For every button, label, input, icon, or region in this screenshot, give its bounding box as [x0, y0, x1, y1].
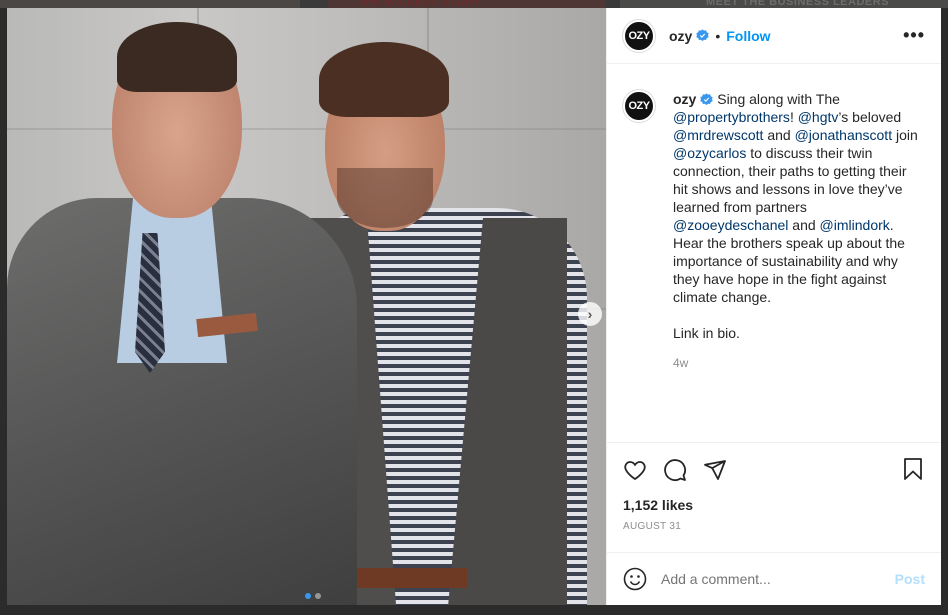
mention-link[interactable]: @jonathanscott [795, 127, 893, 143]
background-tile-text: MEET THE BUSINESS LEADERS [706, 0, 890, 8]
post-timestamp[interactable]: 4w [673, 354, 925, 372]
post-date[interactable]: AUGUST 31 [623, 521, 925, 532]
post-actions: 1,152 likes AUGUST 31 [607, 442, 941, 552]
caption-text-segment: ’s beloved [838, 109, 902, 125]
caption-text: ozy Sing along with The @propertybrother… [673, 90, 925, 442]
caption-text-segment: ! [789, 109, 798, 125]
emoji-icon[interactable] [623, 567, 647, 591]
caption-text-segment: and [763, 127, 795, 143]
person-right-beard [337, 168, 433, 228]
caption-text-segment: join [892, 127, 918, 143]
verified-icon [700, 93, 714, 106]
carousel-dot [305, 593, 311, 599]
chevron-right-icon: › [587, 306, 593, 322]
more-icon[interactable]: ••• [903, 26, 925, 44]
comment-icon[interactable] [663, 458, 687, 482]
caption-text-segment: Sing along with The [713, 91, 840, 107]
post-comment-button[interactable]: Post [895, 571, 925, 587]
background-tile-text: THE WILDEST STORY [358, 0, 482, 8]
person-left-hair [117, 22, 237, 92]
post-header: OZY ozy • Follow ••• [607, 8, 941, 64]
wall-panel-line [7, 128, 606, 130]
background-tile: MEET THE BUSINESS LEADERS [620, 0, 948, 8]
heart-icon[interactable] [623, 458, 647, 482]
share-icon[interactable] [703, 458, 727, 482]
carousel-dots [305, 593, 321, 599]
background-tile: THE WILDEST STORY [328, 0, 606, 8]
caption-segments: Sing along with The @propertybrothers! @… [673, 91, 918, 305]
background-strip: THE WILDEST STORY MEET THE BUSINESS LEAD… [0, 0, 948, 8]
person-right-hair [319, 42, 449, 117]
carousel-next-button[interactable]: › [578, 302, 602, 326]
post-details-panel: OZY ozy • Follow ••• OZY ozy Sing along … [606, 8, 941, 605]
mention-link[interactable]: @ozycarlos [673, 145, 746, 161]
carousel-dot [315, 593, 321, 599]
caption-username[interactable]: ozy [673, 91, 696, 107]
mention-link[interactable]: @mrdrewscott [673, 127, 763, 143]
person-left-shirt [117, 193, 227, 363]
comment-form: Post [607, 552, 941, 605]
avatar-text: OZY [628, 29, 650, 42]
bookmark-icon[interactable] [901, 457, 925, 481]
background-tile [0, 0, 300, 8]
username-link[interactable]: ozy [669, 28, 692, 44]
verified-icon [696, 29, 710, 42]
separator-dot: • [715, 27, 721, 44]
avatar-text: OZY [628, 100, 650, 112]
avatar[interactable]: OZY [623, 19, 655, 52]
action-row [623, 457, 925, 483]
mention-link[interactable]: @propertybrothers [673, 109, 790, 125]
mention-link[interactable]: @imlindork [820, 217, 890, 233]
mention-link[interactable]: @hgtv [798, 109, 839, 125]
follow-button[interactable]: Follow [726, 28, 770, 44]
caption-text-segment: and [788, 217, 820, 233]
post-caption: OZY ozy Sing along with The @propertybro… [607, 64, 941, 442]
caption-footer: Link in bio. [673, 325, 740, 341]
likes-count[interactable]: 1,152 likes [623, 497, 925, 513]
comment-input[interactable] [661, 571, 881, 587]
post-photo[interactable]: › [7, 8, 606, 605]
mention-link[interactable]: @zooeydeschanel [673, 217, 788, 233]
avatar[interactable]: OZY [623, 90, 655, 122]
caption-body: ozy Sing along with The @propertybrother… [673, 90, 925, 306]
